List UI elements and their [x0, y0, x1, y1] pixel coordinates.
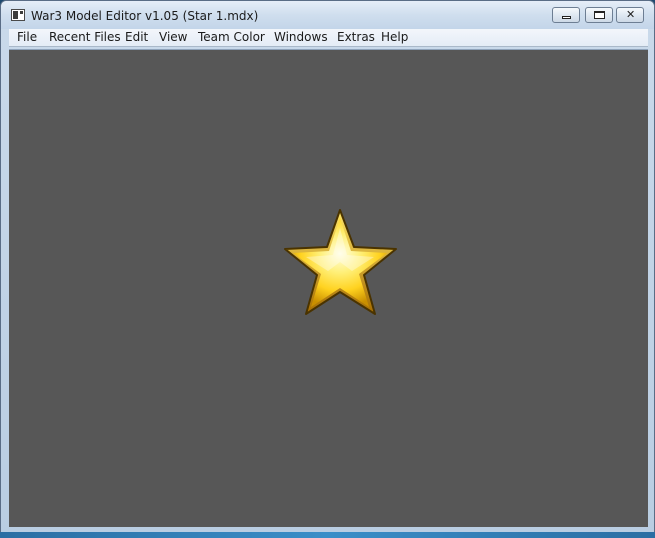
menu-recent-files[interactable]: Recent Files — [49, 30, 121, 45]
menu-view[interactable]: View — [159, 30, 187, 45]
close-icon: ✕ — [626, 8, 636, 21]
minimize-icon — [562, 16, 571, 19]
maximize-icon — [594, 11, 605, 19]
app-window-icon[interactable] — [11, 9, 25, 21]
taskbar-strip — [0, 532, 655, 538]
menu-help[interactable]: Help — [381, 30, 408, 45]
model-viewport[interactable] — [9, 49, 648, 527]
menu-windows[interactable]: Windows — [274, 30, 328, 45]
menu-bar: File Recent Files Edit View Team Color W… — [9, 29, 648, 47]
app-window: War3 Model Editor v1.05 (Star 1.mdx) ✕ F… — [0, 0, 655, 538]
menu-edit[interactable]: Edit — [125, 30, 148, 45]
window-title: War3 Model Editor v1.05 (Star 1.mdx) — [31, 9, 259, 23]
star-model — [284, 209, 397, 315]
minimize-button[interactable] — [552, 7, 580, 23]
title-bar[interactable]: War3 Model Editor v1.05 (Star 1.mdx) ✕ — [1, 1, 654, 29]
menu-extras[interactable]: Extras — [337, 30, 375, 45]
menu-file[interactable]: File — [17, 30, 37, 45]
maximize-button[interactable] — [585, 7, 613, 23]
close-button[interactable]: ✕ — [616, 7, 644, 23]
menu-team-color[interactable]: Team Color — [198, 30, 265, 45]
